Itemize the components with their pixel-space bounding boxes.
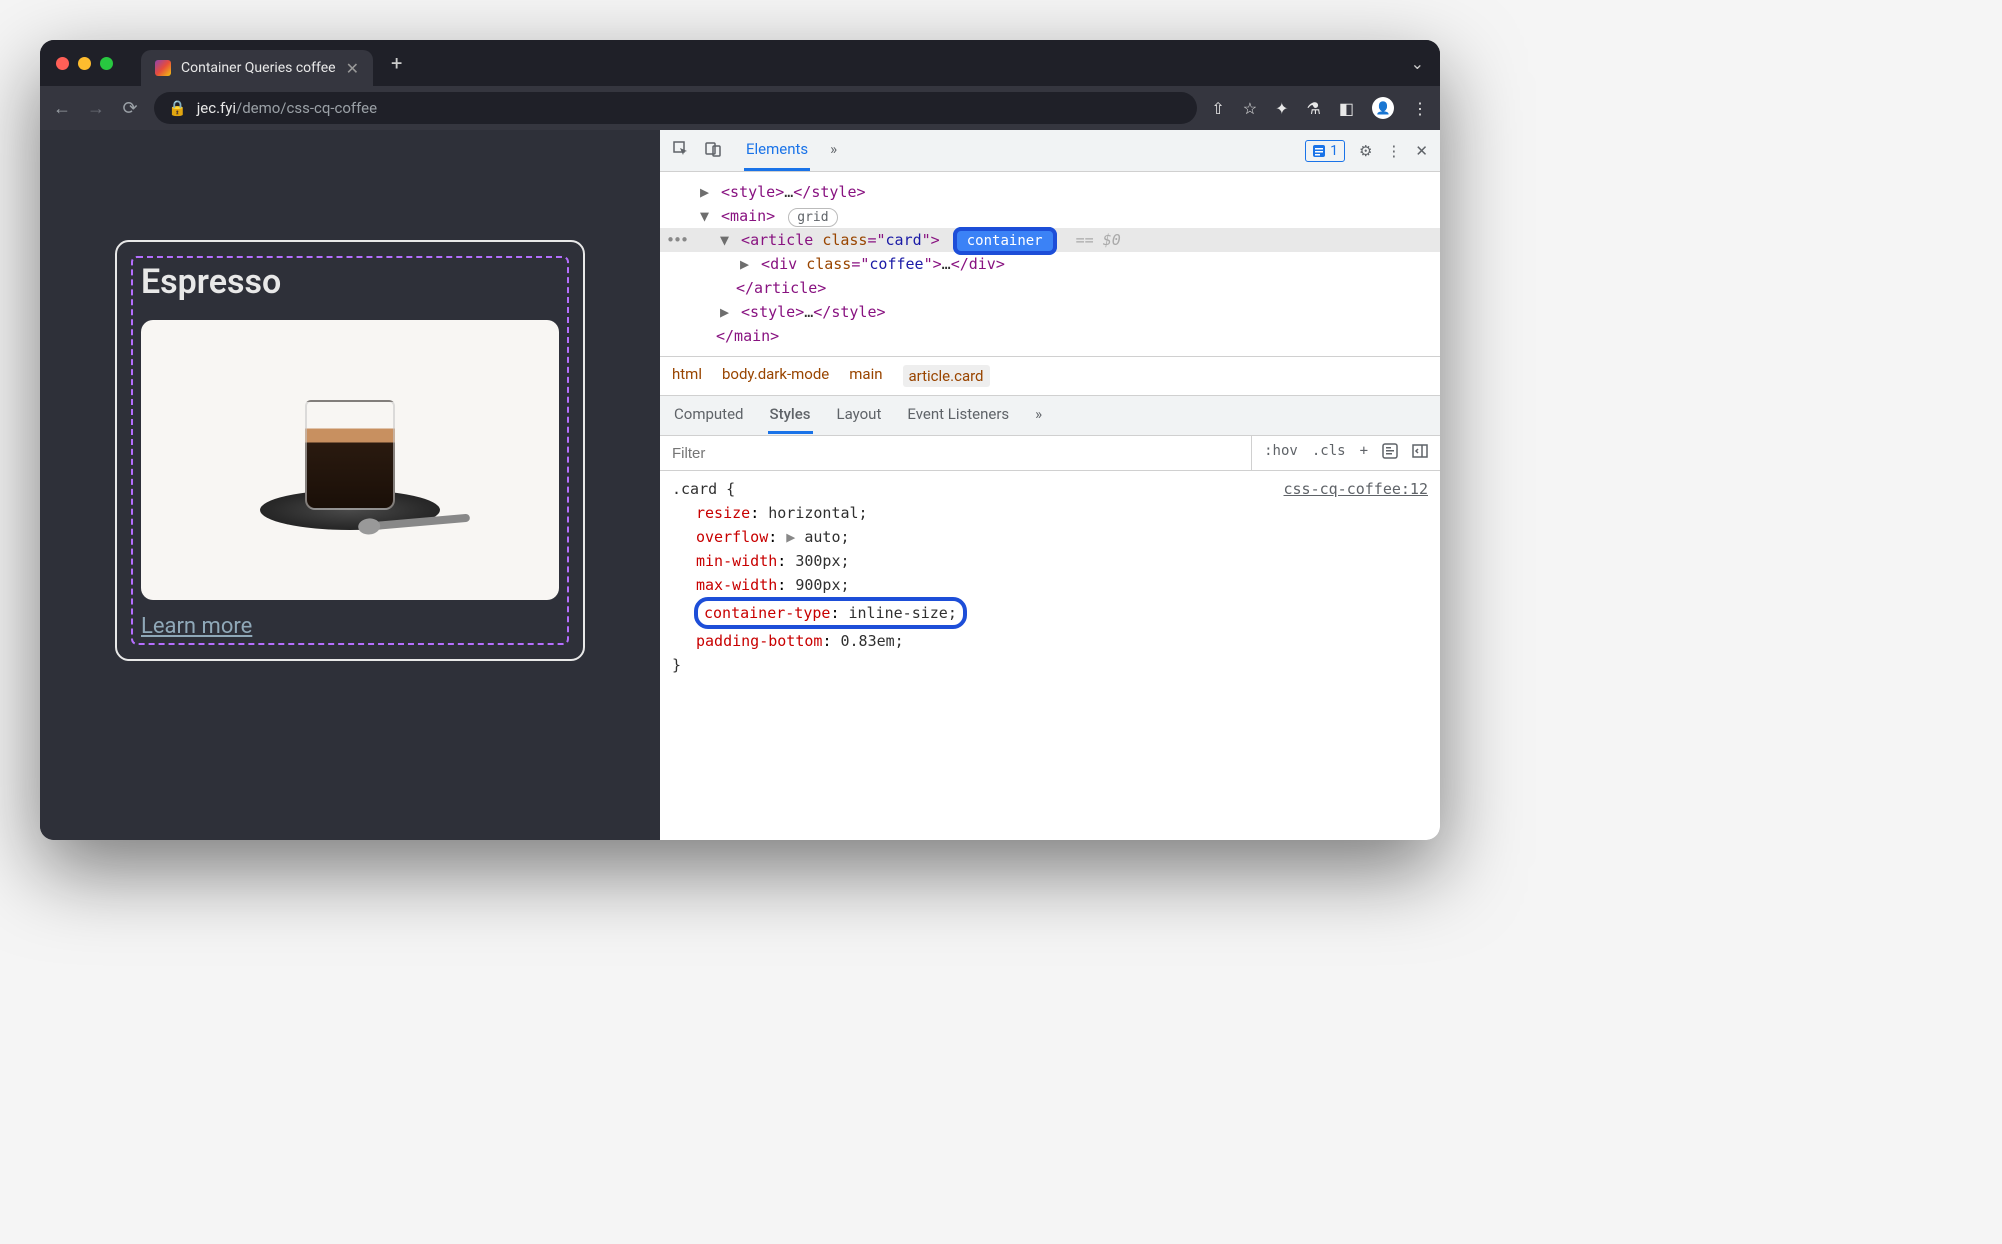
browser-tab[interactable]: Container Queries coffee ✕	[141, 50, 373, 86]
address-bar[interactable]: 🔒 jec.fyi/demo/css-cq-coffee	[154, 92, 1197, 124]
favicon-icon	[155, 60, 171, 76]
lock-icon: 🔒	[168, 99, 187, 117]
breadcrumb-main[interactable]: main	[849, 365, 882, 387]
caret-down-icon[interactable]: ▼	[700, 207, 712, 225]
caret-down-icon[interactable]: ▼	[720, 231, 732, 249]
cls-toggle[interactable]: .cls	[1312, 443, 1346, 463]
toolbar-actions: ⇧ ☆ ✦ ⚗ ◧ 👤 ⋮	[1211, 97, 1428, 119]
espresso-glass-shape	[305, 400, 395, 510]
titlebar: Container Queries coffee ✕ + ⌄	[40, 40, 1440, 86]
caret-right-icon[interactable]: ▶	[720, 303, 732, 321]
browser-window: Container Queries coffee ✕ + ⌄ ← → ⟳ 🔒 j…	[40, 40, 1440, 840]
url-path: /demo/css-cq-coffee	[236, 99, 377, 117]
more-tabs-icon[interactable]: »	[828, 130, 839, 171]
css-declaration[interactable]: max-width: 900px;	[672, 573, 1428, 597]
window-chevron-icon[interactable]: ⌄	[1411, 54, 1424, 73]
profile-avatar[interactable]: 👤	[1372, 97, 1394, 119]
expand-caret-icon[interactable]: ▶	[777, 528, 804, 546]
css-declaration[interactable]: min-width: 300px;	[672, 549, 1428, 573]
tab-close-button[interactable]: ✕	[346, 59, 359, 78]
container-badge[interactable]: container	[953, 227, 1057, 255]
computed-tab[interactable]: Computed	[672, 397, 746, 434]
styles-filter-input[interactable]	[660, 436, 1252, 470]
maximize-window-button[interactable]	[100, 57, 113, 70]
toolbar: ← → ⟳ 🔒 jec.fyi/demo/css-cq-coffee ⇧ ☆ ✦…	[40, 86, 1440, 130]
new-rule-button[interactable]: +	[1360, 443, 1368, 463]
css-declaration-highlighted[interactable]: container-type: inline-size;	[694, 597, 967, 629]
caret-right-icon[interactable]: ▶	[700, 183, 712, 201]
forward-button[interactable]: →	[86, 98, 106, 119]
breadcrumb-body[interactable]: body.dark-mode	[722, 365, 829, 387]
breadcrumb: html body.dark-mode main article.card	[660, 356, 1440, 395]
ellipsis-icon[interactable]: •••	[666, 231, 687, 249]
close-devtools-icon[interactable]: ✕	[1415, 142, 1428, 160]
issues-badge[interactable]: 1	[1305, 140, 1345, 162]
css-declaration[interactable]: padding-bottom: 0.83em;	[672, 629, 1428, 653]
grid-badge[interactable]: grid	[788, 208, 837, 227]
elements-tab[interactable]: Elements	[744, 130, 810, 171]
css-source-link[interactable]: css-cq-coffee:12	[1284, 477, 1429, 501]
hover-toggle[interactable]: :hov	[1264, 443, 1298, 463]
device-toggle-icon[interactable]	[704, 140, 722, 162]
css-rule-close: }	[672, 653, 1428, 677]
reload-button[interactable]: ⟳	[120, 98, 140, 119]
extensions-icon[interactable]: ✦	[1275, 99, 1288, 118]
new-tab-button[interactable]: +	[391, 51, 402, 75]
issues-count: 1	[1330, 143, 1338, 159]
devtools-panel: Elements » 1 ⚙ ⋮ ✕ ▶ <style>…</style>	[660, 130, 1440, 840]
console-reference: == $0	[1076, 231, 1121, 249]
breadcrumb-article[interactable]: article.card	[903, 365, 990, 387]
devtools-header: Elements » 1 ⚙ ⋮ ✕	[660, 130, 1440, 172]
computed-toggle-icon[interactable]	[1382, 443, 1398, 463]
kebab-menu-icon[interactable]: ⋮	[1386, 142, 1401, 160]
menu-icon[interactable]: ⋮	[1412, 99, 1428, 118]
dom-article-close[interactable]: </article>	[660, 276, 1440, 300]
dom-style-node[interactable]: ▶ <style>…</style>	[660, 180, 1440, 204]
css-declaration[interactable]: resize: horizontal;	[672, 501, 1428, 525]
breadcrumb-html[interactable]: html	[672, 365, 702, 387]
css-rule[interactable]: .card { css-cq-coffee:12 resize: horizon…	[660, 471, 1440, 840]
card-title: Espresso	[141, 262, 559, 302]
content-area: Espresso Learn more	[40, 130, 1440, 840]
dom-main-node[interactable]: ▼ <main> grid	[660, 204, 1440, 228]
css-selector[interactable]: .card {	[672, 477, 735, 501]
labs-icon[interactable]: ⚗	[1307, 99, 1321, 118]
layout-tab[interactable]: Layout	[835, 397, 884, 434]
styles-filter-row: :hov .cls +	[660, 435, 1440, 471]
dom-style-node-2[interactable]: ▶ <style>…</style>	[660, 300, 1440, 324]
caret-right-icon[interactable]: ▶	[740, 255, 752, 273]
url-domain: jec.fyi	[197, 99, 236, 117]
traffic-lights	[56, 57, 113, 70]
bookmark-icon[interactable]: ☆	[1243, 99, 1257, 118]
minimize-window-button[interactable]	[78, 57, 91, 70]
styles-tab[interactable]: Styles	[768, 397, 813, 434]
more-styles-tabs-icon[interactable]: »	[1033, 397, 1044, 434]
share-icon[interactable]: ⇧	[1211, 99, 1224, 118]
page-viewport: Espresso Learn more	[40, 130, 660, 840]
styles-tabs: Computed Styles Layout Event Listeners »	[660, 395, 1440, 435]
coffee-image	[141, 320, 559, 600]
dom-tree[interactable]: ▶ <style>…</style> ▼ <main> grid ••• ▼ <…	[660, 172, 1440, 356]
dom-div-node[interactable]: ▶ <div class="coffee">…</div>	[660, 252, 1440, 276]
close-window-button[interactable]	[56, 57, 69, 70]
event-listeners-tab[interactable]: Event Listeners	[905, 397, 1011, 434]
settings-icon[interactable]: ⚙	[1359, 142, 1372, 160]
back-button[interactable]: ←	[52, 98, 72, 119]
learn-more-link[interactable]: Learn more	[141, 614, 252, 639]
panel-icon[interactable]: ◧	[1339, 99, 1354, 118]
dom-article-node[interactable]: ••• ▼ <article class="card"> container =…	[660, 228, 1440, 252]
inspect-icon[interactable]	[672, 140, 690, 162]
dom-main-close[interactable]: </main>	[660, 324, 1440, 348]
coffee-card[interactable]: Espresso Learn more	[115, 240, 585, 661]
css-declaration[interactable]: overflow: ▶ auto;	[672, 525, 1428, 549]
sidebar-toggle-icon[interactable]	[1412, 443, 1428, 463]
tab-title: Container Queries coffee	[181, 60, 336, 76]
